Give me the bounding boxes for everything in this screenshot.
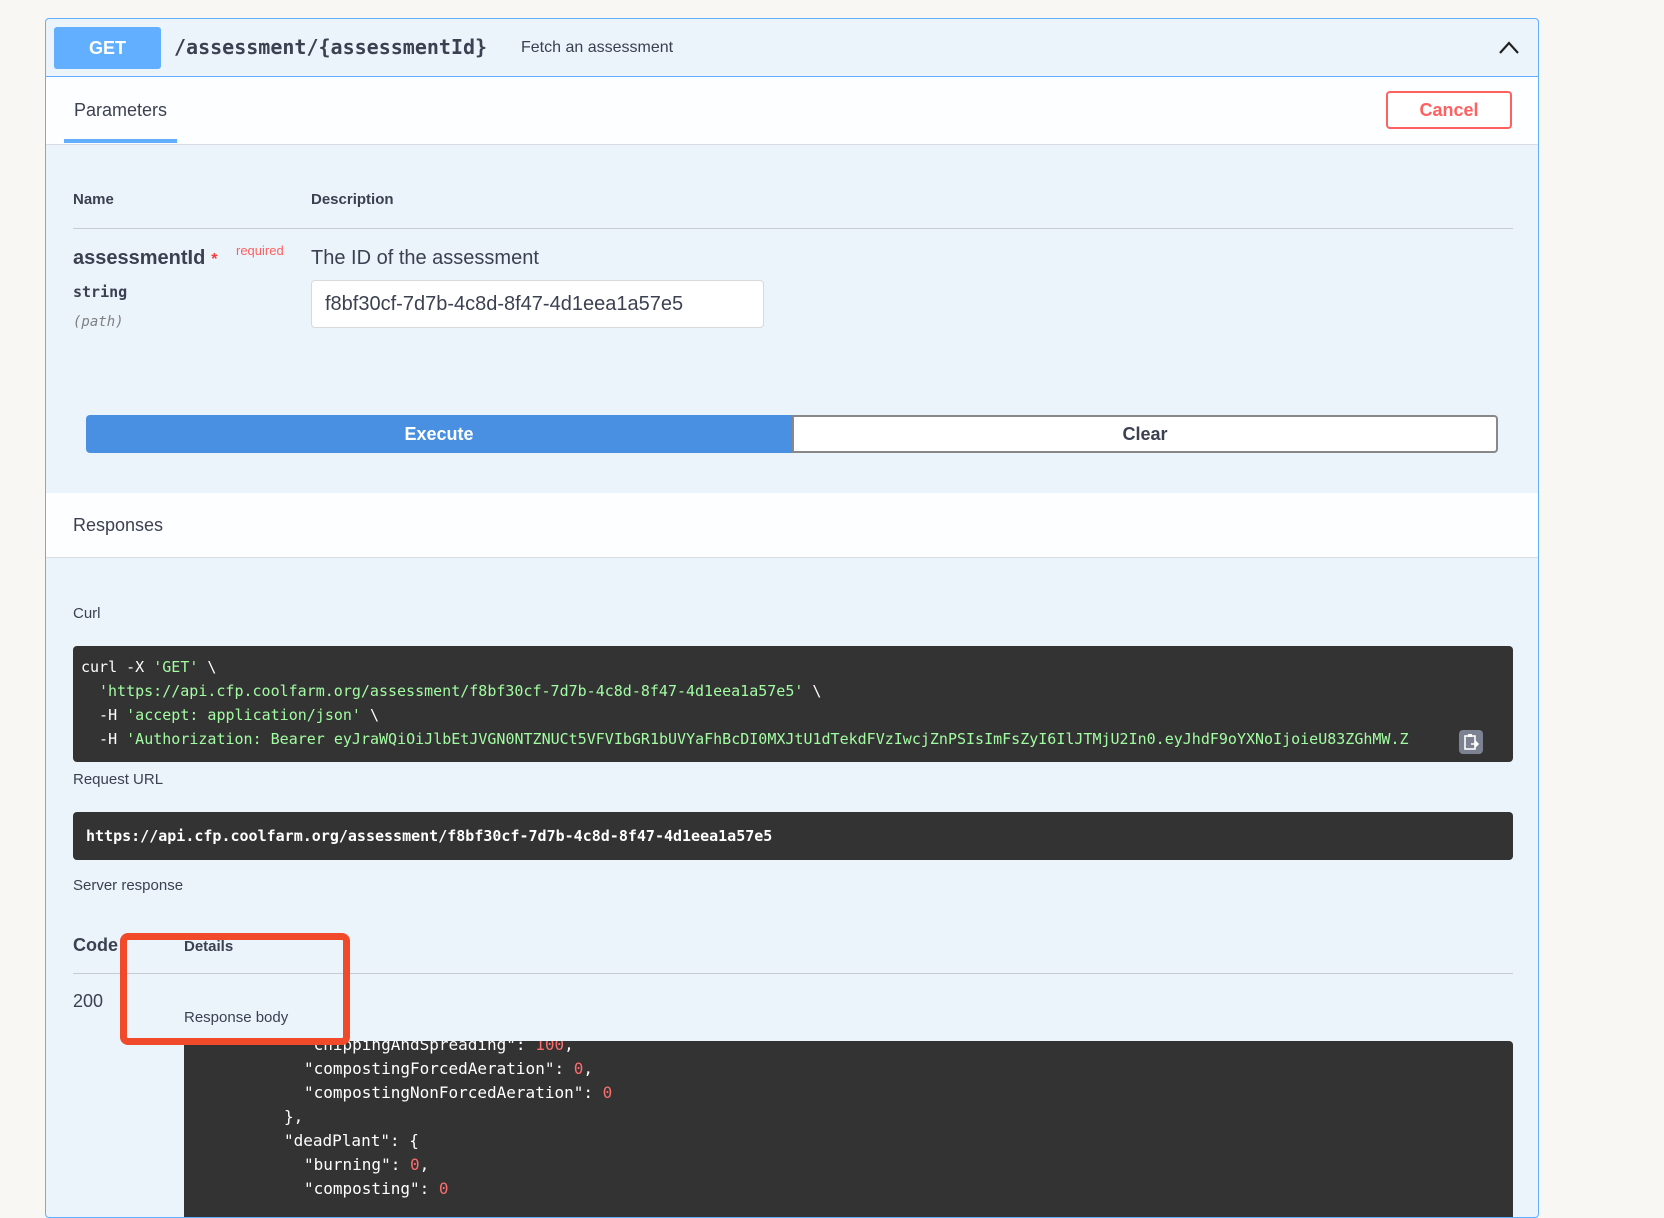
json-line: "deadPlant": { [284, 1131, 419, 1150]
endpoint-description: Fetch an assessment [521, 39, 674, 56]
curl-flag: -H [81, 706, 127, 724]
json-line: "burning": 0, [304, 1155, 429, 1174]
request-url-block[interactable]: https://api.cfp.coolfarm.org/assessment/… [73, 812, 1513, 860]
response-status-code: 200 [73, 991, 104, 1011]
curl-continuation: \ [198, 658, 217, 676]
response-body-code-block[interactable]: "chippingAndSpreading": 100, "composting… [184, 1041, 1513, 1217]
tab-parameters[interactable]: Parameters [64, 77, 178, 143]
json-punct: }, [284, 1107, 304, 1126]
required-star: * [211, 251, 218, 268]
curl-header-accept: 'accept: application/json' [126, 706, 361, 724]
parameter-name: assessmentId * [73, 247, 218, 270]
curl-label: Curl [73, 605, 101, 622]
curl-line-1: curl -X 'GET' \ [81, 658, 216, 676]
json-line: "composting": 0 [304, 1179, 449, 1198]
curl-url: 'https://api.cfp.coolfarm.org/assessment… [99, 682, 804, 700]
http-method-badge: GET [54, 27, 161, 69]
column-header-description: Description [311, 191, 394, 208]
copy-to-clipboard-icon[interactable] [1459, 730, 1483, 754]
clear-button[interactable]: Clear [792, 415, 1498, 453]
request-url-label: Request URL [73, 771, 164, 788]
json-value: 0 [602, 1083, 613, 1102]
chevron-up-icon[interactable] [1498, 37, 1520, 59]
server-response-label: Server response [73, 877, 184, 894]
json-key: "deadPlant": { [284, 1131, 419, 1150]
execute-button[interactable]: Execute [86, 415, 792, 453]
curl-code-block[interactable]: curl -X 'GET' \ 'https://api.cfp.coolfar… [73, 646, 1513, 762]
section-header-parameters: Parameters Cancel [46, 77, 1538, 145]
operation-summary[interactable]: GET /assessment/{assessmentId} Fetch an … [46, 19, 1538, 77]
parameter-name-text: assessmentId [73, 247, 206, 269]
parameter-location: (path) [73, 314, 124, 330]
json-value: 0 [438, 1179, 449, 1198]
parameter-type: string [73, 283, 128, 301]
json-value: 0 [409, 1155, 420, 1174]
section-header-responses: Responses [46, 493, 1538, 558]
json-key: "compostingNonForcedAeration": [304, 1083, 603, 1102]
json-line: }, [284, 1107, 303, 1126]
curl-flag: -H [81, 730, 127, 748]
required-label: required [236, 243, 284, 258]
curl-header-authorization: 'Authorization: Bearer eyJraWQiOiJlbEtJV… [126, 730, 1409, 748]
request-url-text: https://api.cfp.coolfarm.org/assessment/… [86, 827, 773, 845]
curl-line-4: -H 'Authorization: Bearer eyJraWQiOiJlbE… [81, 730, 1409, 748]
json-punct: , [583, 1059, 593, 1078]
json-value: 0 [573, 1059, 584, 1078]
responses-title: Responses [73, 515, 164, 535]
curl-method: 'GET' [153, 658, 199, 676]
cancel-button[interactable]: Cancel [1386, 91, 1512, 129]
highlight-annotation-box [120, 933, 350, 1045]
column-header-code: Code [73, 935, 118, 955]
json-punct: , [419, 1155, 430, 1174]
header-divider [73, 228, 1513, 229]
assessment-id-input[interactable] [311, 280, 764, 328]
curl-cmd: curl -X [81, 658, 154, 676]
json-value: 100 [535, 1041, 565, 1054]
json-punct: , [564, 1041, 574, 1054]
json-line: "compostingForcedAeration": 0, [304, 1059, 593, 1078]
curl-continuation: \ [803, 682, 822, 700]
json-line: "compostingNonForcedAeration": 0 [304, 1083, 612, 1102]
json-key: "compostingForcedAeration": [304, 1059, 574, 1078]
curl-line-2: 'https://api.cfp.coolfarm.org/assessment… [99, 682, 821, 700]
json-key: "burning": [304, 1155, 410, 1174]
curl-line-3: -H 'accept: application/json' \ [81, 706, 379, 724]
json-key: "composting": [304, 1179, 439, 1198]
parameter-description: The ID of the assessment [311, 247, 539, 269]
column-header-name: Name [73, 191, 114, 208]
curl-continuation: \ [360, 706, 380, 724]
endpoint-path: /assessment/{assessmentId} [174, 35, 488, 59]
